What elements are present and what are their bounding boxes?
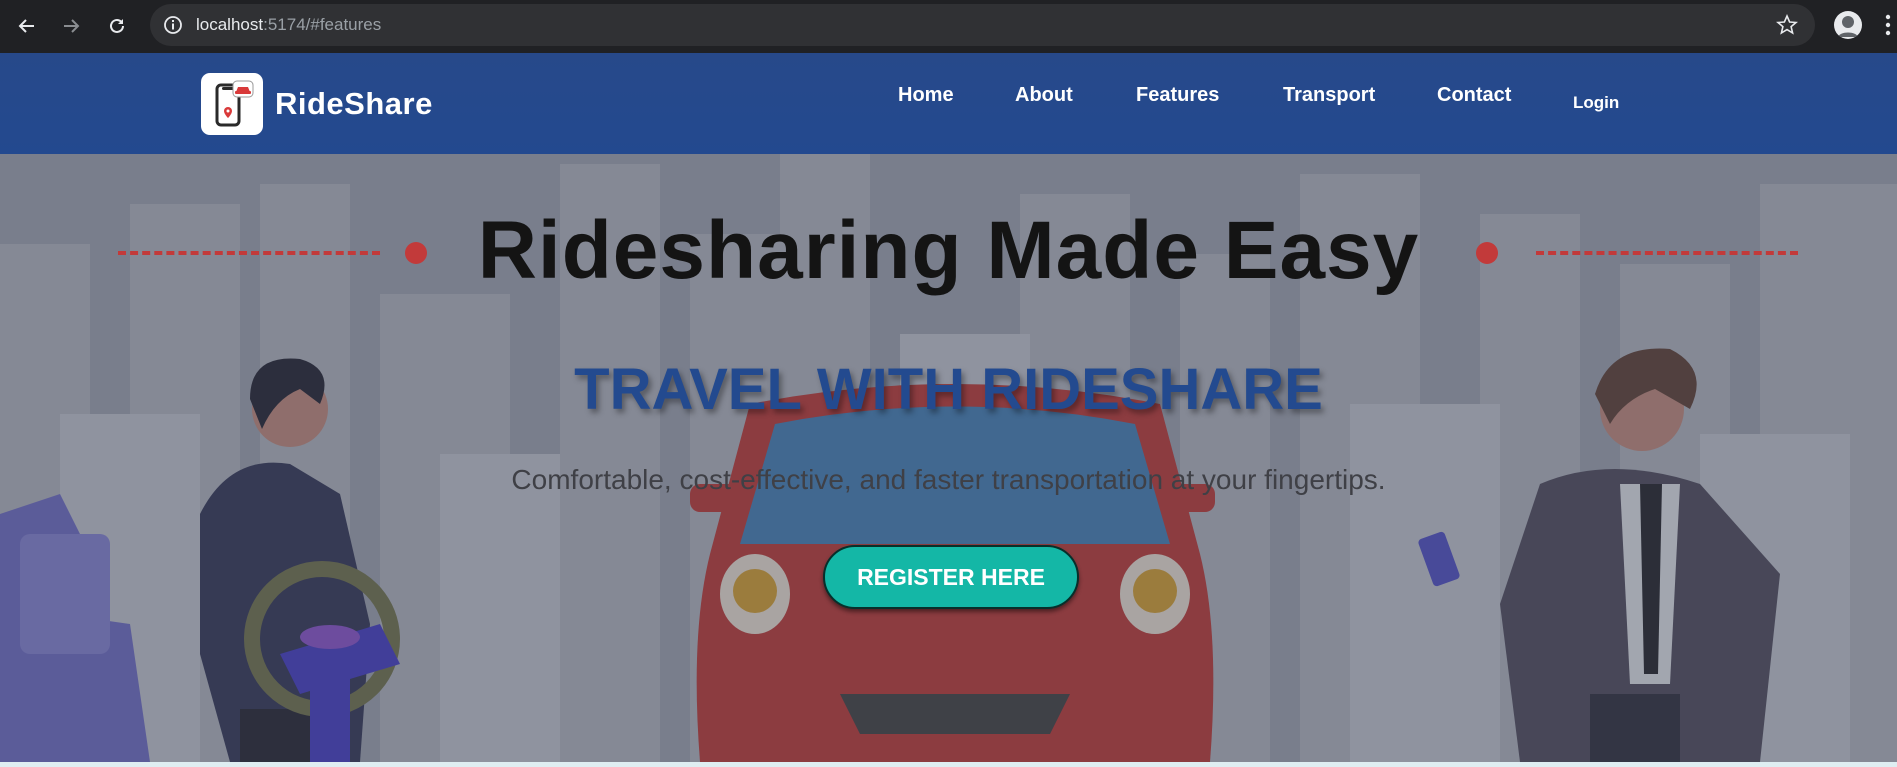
decor-dot-right	[1476, 242, 1498, 264]
phone-car-pin-icon	[215, 80, 254, 127]
profile-avatar-icon[interactable]	[1834, 11, 1862, 39]
nav-contact[interactable]: Contact	[1437, 84, 1511, 107]
address-bar[interactable]: localhost:5174/#features	[150, 4, 1815, 46]
reload-icon	[110, 18, 124, 33]
hero-subtitle: TRAVEL WITH RIDESHARE	[574, 357, 1323, 422]
nav-about[interactable]: About	[1015, 84, 1073, 107]
hero-tagline: Comfortable, cost-effective, and faster …	[511, 464, 1386, 495]
login-link[interactable]: Login	[1573, 93, 1619, 113]
url-text[interactable]: localhost:5174/#features	[196, 15, 381, 35]
nav-features[interactable]: Features	[1136, 84, 1219, 107]
decor-dashes-right	[1536, 251, 1798, 255]
arrow-right-icon	[64, 19, 80, 33]
nav-home[interactable]: Home	[898, 84, 954, 107]
page-bottom-strip	[0, 762, 1897, 767]
kebab-menu-icon[interactable]	[1885, 14, 1891, 36]
nav-transport[interactable]: Transport	[1283, 84, 1375, 107]
back-button[interactable]	[11, 10, 43, 42]
reload-button[interactable]	[101, 10, 133, 42]
browser-toolbar: localhost:5174/#features	[0, 0, 1897, 53]
star-icon[interactable]	[1775, 13, 1799, 37]
url-host: localhost	[196, 15, 264, 34]
brand-name[interactable]: RideShare	[275, 86, 433, 122]
arrow-left-icon	[18, 19, 34, 33]
forward-button[interactable]	[55, 10, 87, 42]
url-path: :5174/#features	[263, 15, 382, 34]
site-header: RideShare Home About Features Transport …	[0, 53, 1897, 154]
register-button[interactable]: REGISTER HERE	[823, 545, 1079, 609]
brand-logo[interactable]	[201, 73, 263, 135]
hero-section: Ridesharing Made Easy TRAVEL WITH RIDESH…	[0, 154, 1897, 762]
info-icon[interactable]	[162, 14, 184, 36]
